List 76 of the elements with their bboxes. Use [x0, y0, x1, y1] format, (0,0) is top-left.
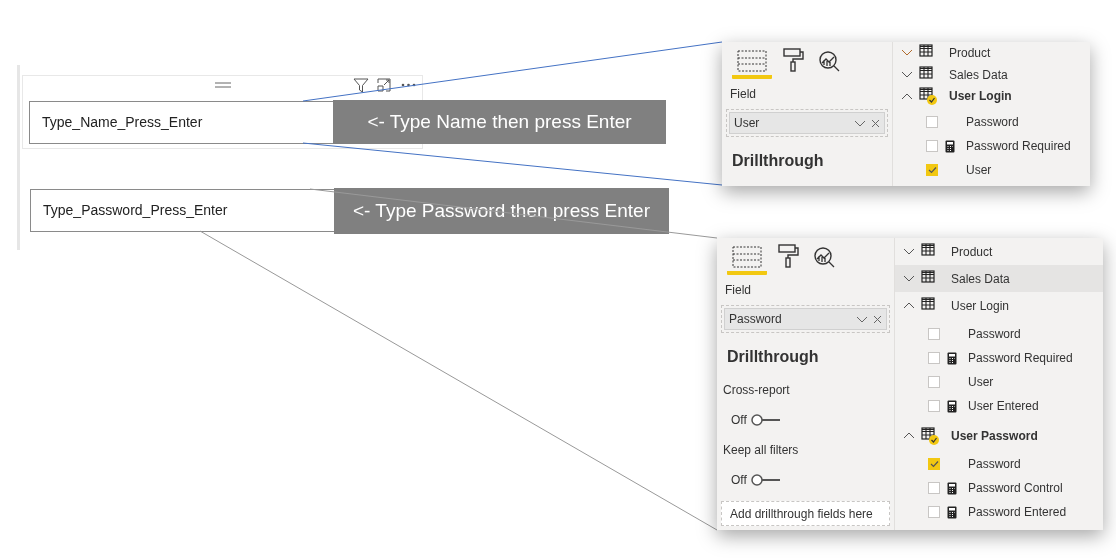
- toggle-switch[interactable]: Off: [731, 411, 781, 429]
- analytics-magnifier-icon: [813, 246, 835, 268]
- drag-handle-icon: [215, 82, 231, 88]
- checkbox[interactable]: [926, 140, 938, 152]
- chevron-down-icon[interactable]: [903, 247, 915, 256]
- focus-mode-icon[interactable]: [377, 78, 391, 92]
- field-name[interactable]: User Entered: [968, 397, 1039, 415]
- check-icon: [929, 460, 939, 468]
- section-heading: Drillthrough: [731, 151, 825, 171]
- table-node[interactable]: Product: [893, 42, 1090, 64]
- field-label: Field: [724, 282, 752, 299]
- checkbox[interactable]: [928, 482, 940, 494]
- checkbox[interactable]: [926, 164, 938, 176]
- filter-icon[interactable]: [353, 78, 369, 93]
- checkbox[interactable]: [928, 458, 940, 470]
- checkbox[interactable]: [928, 376, 940, 388]
- section-heading: Drillthrough: [726, 347, 820, 367]
- field-value: User: [734, 115, 761, 132]
- calculator-icon: [947, 351, 957, 365]
- checkbox[interactable]: [928, 506, 940, 518]
- fields-icon: [732, 246, 762, 268]
- drop-zone[interactable]: Add drillthrough fields here: [721, 501, 890, 526]
- checkbox[interactable]: [926, 116, 938, 128]
- instruction-label: <- Type Name then press Enter: [333, 100, 666, 144]
- chevron-down-icon[interactable]: [856, 315, 868, 323]
- option-label: Keep all filters: [722, 442, 800, 459]
- table-node[interactable]: User Login: [893, 85, 1090, 107]
- table-icon: [919, 87, 937, 106]
- more-options-icon[interactable]: [401, 83, 416, 87]
- chevron-down-icon[interactable]: [901, 70, 913, 79]
- calculator-icon: [947, 399, 957, 413]
- field-name[interactable]: Password: [968, 325, 1021, 343]
- chevron-up-icon[interactable]: [903, 431, 915, 440]
- paint-roller-icon: [782, 48, 804, 72]
- calculator-icon: [947, 505, 957, 519]
- field-name[interactable]: Password: [968, 455, 1021, 473]
- chevron-down-icon[interactable]: [901, 48, 913, 58]
- fields-icon: [737, 50, 767, 72]
- table-node[interactable]: User Login: [895, 292, 1103, 319]
- chevron-down-icon[interactable]: [903, 274, 915, 283]
- option-label: Cross-report: [722, 382, 791, 399]
- field-name[interactable]: Password: [966, 113, 1019, 131]
- field-label: Field: [729, 86, 757, 103]
- instruction-label: <- Type Password then press Enter: [334, 188, 669, 234]
- field-name[interactable]: User: [966, 161, 992, 179]
- toggle-knob-icon: [750, 414, 781, 426]
- field-name[interactable]: User: [968, 373, 994, 391]
- field-name[interactable]: Password Entered: [968, 503, 1067, 521]
- chevron-down-icon[interactable]: [854, 119, 866, 127]
- paint-roller-icon: [777, 244, 799, 268]
- field-name[interactable]: Password Control: [968, 479, 1063, 497]
- chevron-up-icon[interactable]: [903, 301, 915, 310]
- chevron-up-icon[interactable]: [901, 91, 913, 101]
- calculator-icon: [947, 481, 957, 495]
- calculator-icon: [945, 139, 955, 153]
- field-well[interactable]: Password: [724, 308, 887, 330]
- field-value: Password: [729, 311, 783, 328]
- text-input-field[interactable]: Type_Password_Press_Enter: [30, 189, 335, 232]
- table-node[interactable]: Product: [895, 238, 1103, 265]
- field-name[interactable]: Password Required: [968, 349, 1073, 367]
- close-icon[interactable]: [873, 314, 882, 324]
- table-icon: [921, 426, 939, 445]
- text-input-field[interactable]: Type_Name_Press_Enter: [29, 101, 334, 144]
- analytics-magnifier-icon: [818, 50, 840, 72]
- table-node[interactable]: User Password: [895, 422, 1103, 449]
- check-icon: [927, 166, 937, 174]
- toggle-knob-icon: [750, 474, 781, 486]
- field-name[interactable]: Password Required: [966, 137, 1071, 155]
- table-node[interactable]: Sales Data: [895, 265, 1103, 292]
- checkbox[interactable]: [928, 400, 940, 412]
- checkbox[interactable]: [928, 328, 940, 340]
- close-icon[interactable]: [871, 118, 880, 128]
- checkbox[interactable]: [928, 352, 940, 364]
- table-node[interactable]: Sales Data: [893, 63, 1090, 86]
- field-well[interactable]: User: [729, 112, 885, 134]
- toggle-switch[interactable]: Off: [731, 471, 781, 489]
